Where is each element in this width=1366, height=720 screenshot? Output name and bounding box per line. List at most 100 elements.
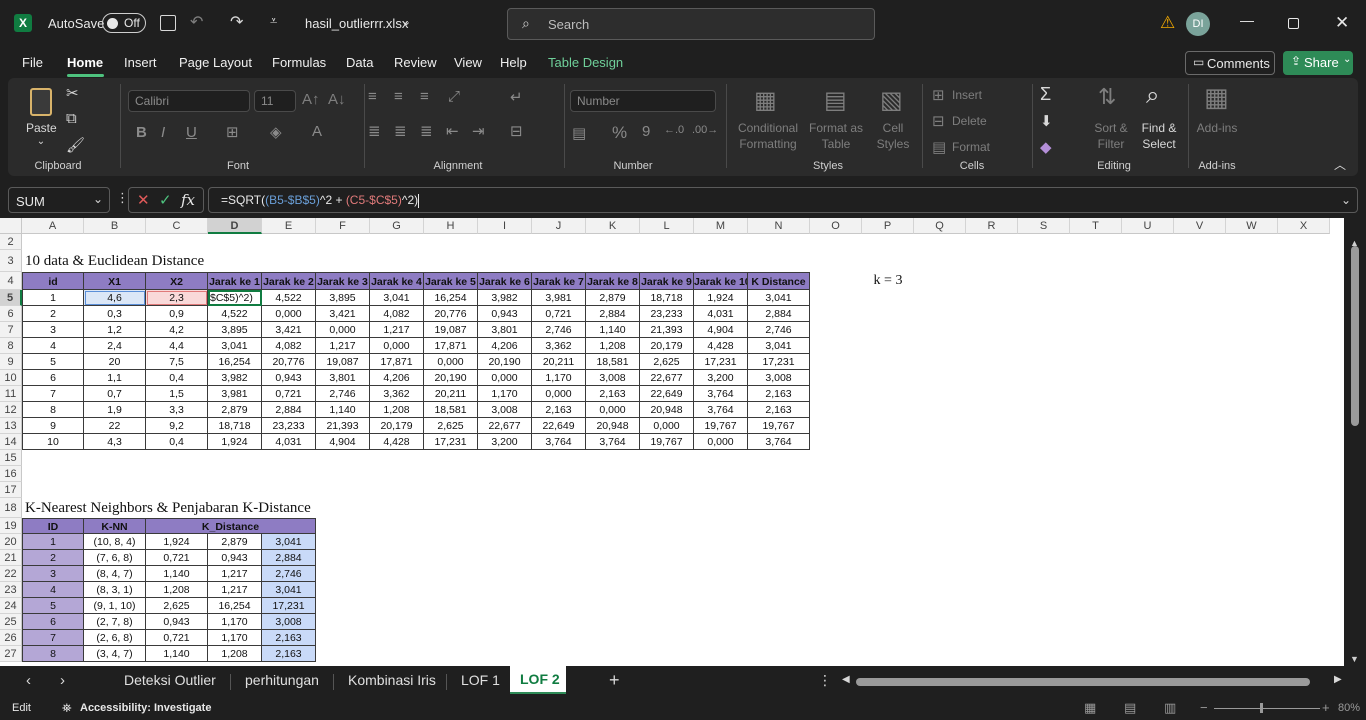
clear-icon[interactable]: ◆ [1040, 138, 1052, 156]
section-title[interactable]: K-Nearest Neighbors & Penjabaran K-Dista… [22, 498, 370, 518]
table-cell[interactable]: 2,625 [424, 418, 478, 434]
table-cell[interactable]: 3,3 [146, 402, 208, 418]
percent-button[interactable]: % [612, 123, 627, 143]
table-cell[interactable]: 1,170 [532, 370, 586, 386]
table-cell[interactable]: 4 [22, 582, 84, 598]
table-cell[interactable]: 10 [22, 434, 84, 450]
table-cell[interactable]: 16,254 [208, 598, 262, 614]
table-cell[interactable]: 4,3 [84, 434, 146, 450]
table-cell[interactable]: 1,217 [208, 582, 262, 598]
format-cells-button[interactable]: Format [952, 139, 992, 155]
warning-icon[interactable]: ⚠ [1160, 13, 1175, 33]
table-cell[interactable]: 0,721 [146, 630, 208, 646]
table-cell[interactable]: 20,948 [640, 402, 694, 418]
formula-input[interactable]: =SQRT((B5-$B$5)^2 + (C5-$C$5)^2) ⌄ [208, 187, 1358, 213]
table-header-cell[interactable]: Jarak ke 6 [478, 272, 532, 290]
borders-icon[interactable]: ⊞ [226, 123, 239, 141]
table-cell[interactable]: 3 [22, 322, 84, 338]
table-cell[interactable]: 20,211 [424, 386, 478, 402]
table-cell[interactable]: 19,767 [640, 434, 694, 450]
table-cell[interactable]: 23,233 [262, 418, 316, 434]
table-cell[interactable]: 16,254 [424, 290, 478, 306]
table-cell[interactable]: 1,1 [84, 370, 146, 386]
column-header[interactable]: G [370, 218, 424, 234]
table-cell[interactable]: 1,140 [316, 402, 370, 418]
redo-icon[interactable]: ↷ [230, 12, 243, 32]
column-header[interactable]: A [22, 218, 84, 234]
zoom-out-icon[interactable]: − [1200, 700, 1208, 715]
row-header[interactable]: 18 [0, 498, 22, 518]
italic-button[interactable]: I [161, 124, 165, 141]
table-cell[interactable]: 2,4 [84, 338, 146, 354]
table-cell[interactable]: 22,677 [478, 418, 532, 434]
table-cell[interactable]: 2,879 [208, 402, 262, 418]
table-cell[interactable]: 1,208 [146, 582, 208, 598]
section-title[interactable]: 10 data & Euclidean Distance [22, 250, 262, 272]
table-cell[interactable]: 18,581 [586, 354, 640, 370]
table-cell[interactable]: 16,254 [208, 354, 262, 370]
table-cell[interactable]: 17,231 [748, 354, 810, 370]
sheet-tab-lof-1[interactable]: LOF 1 [461, 672, 500, 688]
column-header[interactable]: E [262, 218, 316, 234]
fill-icon[interactable]: ⬇ [1040, 112, 1053, 130]
table-cell[interactable]: 3,764 [586, 434, 640, 450]
table-cell[interactable]: 3,895 [316, 290, 370, 306]
share-button[interactable]: ⇪ Share ⌄ [1283, 51, 1353, 75]
table-cell[interactable]: 4,2 [146, 322, 208, 338]
column-header[interactable]: T [1070, 218, 1122, 234]
undo-icon[interactable]: ↶ [190, 12, 203, 32]
table-cell[interactable]: 5 [22, 354, 84, 370]
more-sheets-icon[interactable]: ⋮ [818, 672, 832, 689]
table-cell[interactable]: 0,721 [532, 306, 586, 322]
table-cell[interactable]: 4,031 [262, 434, 316, 450]
increase-indent-icon[interactable]: ⇥ [472, 122, 485, 140]
table-cell[interactable]: 3,008 [748, 370, 810, 386]
menu-view[interactable]: View [454, 55, 482, 70]
table-cell[interactable]: 1,924 [694, 290, 748, 306]
table-cell[interactable]: 0,4 [146, 434, 208, 450]
table-cell[interactable]: 1,140 [146, 566, 208, 582]
table-cell[interactable]: 0,000 [262, 306, 316, 322]
autosave-toggle[interactable]: Off [102, 13, 146, 33]
name-box[interactable]: SUM ⌄ [8, 187, 110, 213]
font-name-select[interactable]: Calibri [128, 90, 250, 112]
table-cell[interactable]: 0,000 [586, 402, 640, 418]
table-cell[interactable]: 3,041 [262, 534, 316, 550]
table-cell[interactable]: 6 [22, 614, 84, 630]
table-cell[interactable]: (2, 6, 8) [84, 630, 146, 646]
table-cell[interactable]: 5 [22, 598, 84, 614]
paste-icon[interactable] [30, 88, 52, 116]
zoom-in-icon[interactable]: + [1322, 700, 1330, 715]
table-header-cell[interactable]: K Distance [748, 272, 810, 290]
table-cell[interactable]: (7, 6, 8) [84, 550, 146, 566]
column-header[interactable]: U [1122, 218, 1174, 234]
table-header-cell[interactable]: X2 [146, 272, 208, 290]
table-cell[interactable]: 4,428 [370, 434, 424, 450]
row-header[interactable]: 12 [0, 402, 22, 418]
table-cell[interactable]: 4,031 [694, 306, 748, 322]
bold-button[interactable]: B [136, 124, 147, 141]
zoom-level[interactable]: 80% [1338, 702, 1360, 714]
cancel-icon[interactable]: ✕ [137, 191, 150, 209]
table-cell[interactable]: (3, 4, 7) [84, 646, 146, 662]
table-cell[interactable]: 0,000 [370, 338, 424, 354]
table-cell[interactable]: 4,428 [694, 338, 748, 354]
table-cell[interactable]: 3,982 [478, 290, 532, 306]
table-cell[interactable]: 7 [22, 386, 84, 402]
table-header-cell[interactable]: Jarak ke 8 [586, 272, 640, 290]
align-left-icon[interactable]: ≣ [368, 122, 381, 140]
table-cell[interactable]: 3,801 [478, 322, 532, 338]
column-header[interactable]: Q [914, 218, 966, 234]
table-header-cell[interactable]: K-NN [84, 518, 146, 534]
table-cell[interactable]: 2,884 [262, 550, 316, 566]
column-header[interactable]: I [478, 218, 532, 234]
table-cell[interactable]: 3,764 [694, 402, 748, 418]
table-cell[interactable]: 22,677 [640, 370, 694, 386]
add-ins-icon[interactable]: ▦ [1204, 82, 1229, 113]
table-cell[interactable]: 1 [22, 290, 84, 306]
row-header[interactable]: 6 [0, 306, 22, 322]
row-header[interactable]: 23 [0, 582, 22, 598]
zoom-slider-thumb[interactable] [1260, 703, 1263, 713]
normal-view-icon[interactable]: ▦ [1084, 700, 1096, 716]
table-cell[interactable]: 3,041 [748, 338, 810, 354]
